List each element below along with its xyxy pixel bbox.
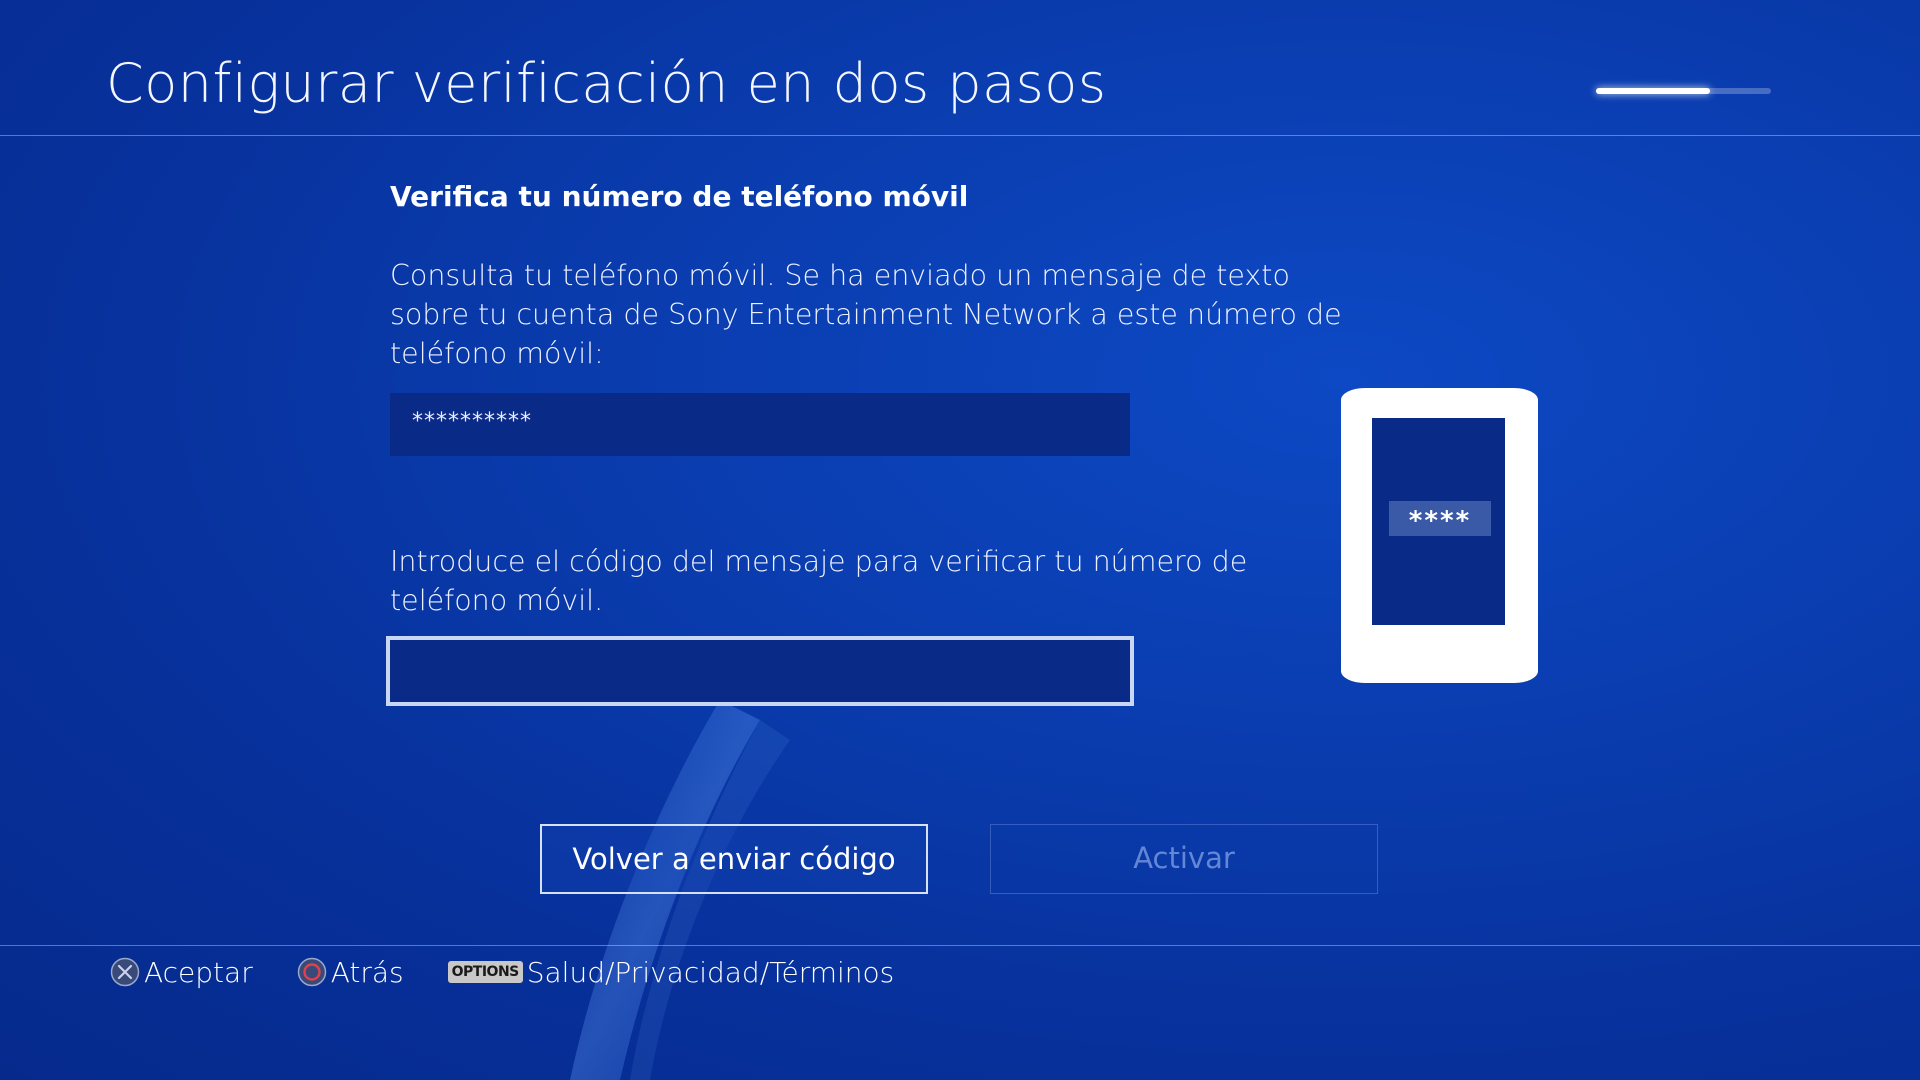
hint-accept[interactable]: Aceptar [110, 956, 253, 989]
code-prompt-text: Introduce el código del mensaje para ver… [390, 545, 1248, 617]
page-title: Configurar verificación en dos pasos [106, 52, 1107, 115]
section-heading: Verifica tu número de teléfono móvil [390, 180, 969, 213]
hint-options-label: Salud/Privacidad/Términos [526, 955, 895, 989]
hint-back[interactable]: Atrás [297, 956, 404, 989]
instructions-text: Consulta tu teléfono móvil. Se ha enviad… [390, 259, 1342, 370]
hint-options[interactable]: OPTIONS Salud/Privacidad/Términos [447, 955, 895, 989]
header: Configurar verificación en dos pasos [0, 0, 1920, 136]
progress-bar-fill [1596, 88, 1710, 94]
resend-code-button[interactable]: Volver a enviar código [540, 824, 928, 894]
phone-number-field: ********** [390, 393, 1130, 456]
phone-illustration-screen: **** [1372, 418, 1505, 625]
options-button-icon: OPTIONS [447, 961, 523, 983]
footer-divider [0, 945, 1920, 946]
circle-button-icon [297, 957, 327, 987]
hint-back-label: Atrás [330, 955, 404, 989]
verification-code-input[interactable] [386, 636, 1134, 706]
cross-button-icon [110, 957, 140, 987]
progress-bar [1596, 88, 1771, 94]
footer-hints: Aceptar Atrás OPTIONS Salud/Privacidad/T… [110, 952, 938, 992]
phone-illustration-code: **** [1389, 501, 1491, 536]
activate-button[interactable]: Activar [990, 824, 1378, 894]
hint-accept-label: Aceptar [144, 955, 253, 989]
background-wave [570, 700, 790, 1080]
phone-illustration: **** [1341, 388, 1538, 683]
